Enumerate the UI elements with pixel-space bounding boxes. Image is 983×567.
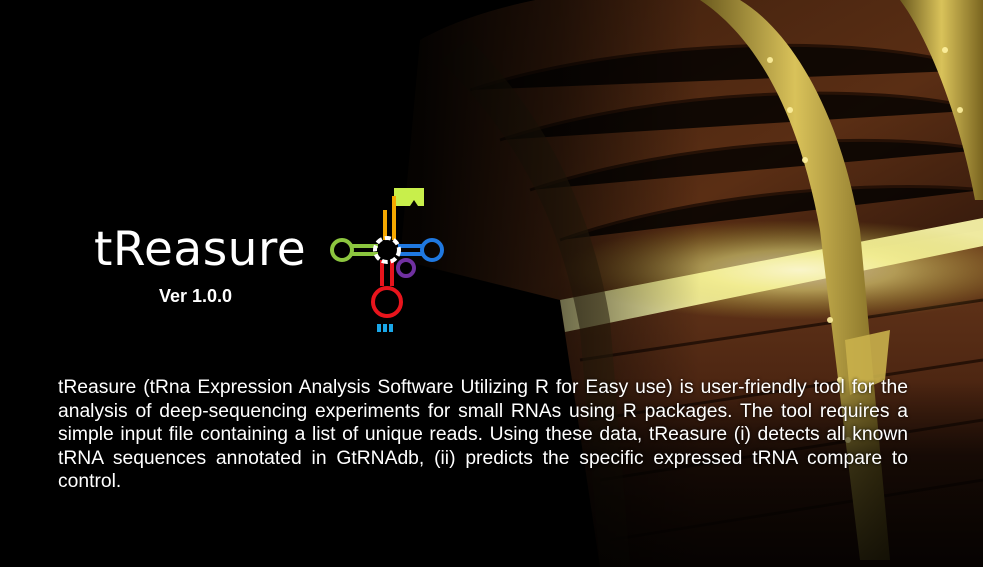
logo-d-arm — [330, 238, 378, 262]
app-description: tReasure (tRna Expression Analysis Softw… — [58, 377, 908, 492]
logo-acceptor-stem — [383, 196, 396, 240]
splash-screen: tReasure Ver 1.0.0 tReasure (tRna Expres… — [0, 0, 983, 567]
logo-variable-loop — [396, 258, 416, 278]
logo-anticodon-bars — [377, 324, 393, 332]
trna-logo-icon — [330, 188, 444, 332]
app-title: tReasure — [94, 222, 307, 277]
logo-core — [373, 236, 401, 264]
logo-flag — [394, 188, 424, 206]
logo-t-arm — [398, 238, 444, 262]
version-label: Ver 1.0.0 — [159, 286, 233, 306]
